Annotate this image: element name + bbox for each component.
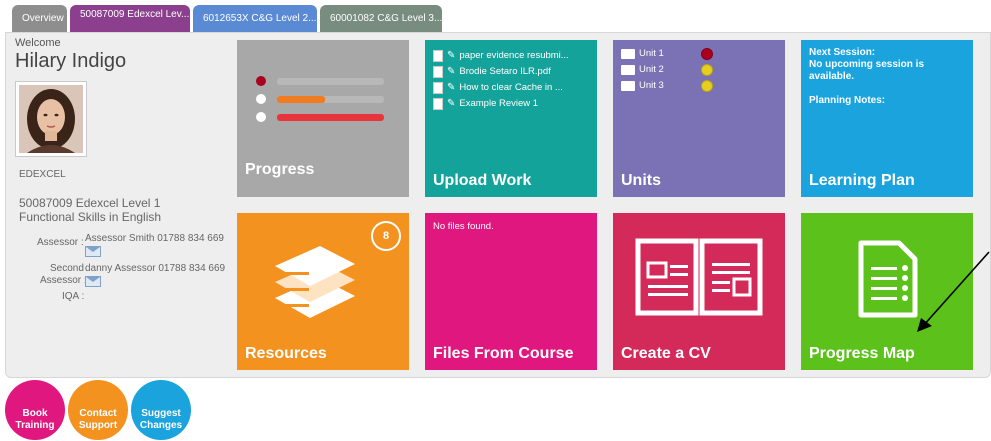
- email-second-assessor-icon[interactable]: [85, 276, 101, 287]
- file-name: How to clear Cache in ...: [459, 82, 563, 93]
- file-name: paper evidence resubmi...: [459, 50, 569, 61]
- tab-course-edexcel[interactable]: 50087009 Edexcel Lev...: [70, 5, 190, 33]
- files-from-course-tile[interactable]: No files found. Files From Course: [425, 213, 597, 370]
- progress-bars-graphic: [256, 76, 384, 122]
- second-assessor-label-line2: Assessor :: [40, 275, 87, 286]
- document-icon: [433, 66, 443, 78]
- contact-support-line2: Support: [78, 420, 118, 431]
- progress-track-1: [277, 78, 384, 85]
- progress-fill-3: [277, 114, 384, 121]
- unit-name: Unit 1: [639, 48, 664, 59]
- course-tabs: Overview 50087009 Edexcel Lev... 6012653…: [12, 5, 442, 33]
- book-training-line1: Book: [22, 408, 48, 419]
- iqa-label: IQA :: [62, 291, 85, 302]
- progress-dot-1: [256, 76, 266, 86]
- list-item[interactable]: Unit 2: [621, 62, 713, 78]
- assessor-row: Assessor :: [37, 237, 84, 248]
- second-assessor-label-line1: Second: [50, 263, 84, 274]
- resources-count-badge: 8: [371, 221, 401, 251]
- learning-plan-label: Learning Plan: [809, 172, 915, 189]
- list-item[interactable]: Unit 3: [621, 78, 713, 94]
- upload-work-tile[interactable]: ✎ paper evidence resubmi... ✎ Brodie Setar…: [425, 40, 597, 197]
- learning-plan-tile[interactable]: Next Session: No upcoming session is ava…: [801, 40, 973, 197]
- iqa-row: IQA :: [62, 291, 84, 302]
- books-icon: [275, 246, 355, 318]
- status-dot: [701, 64, 713, 76]
- folder-icon: [621, 81, 635, 91]
- assessor-value: Assessor Smith 01788 834 669: [85, 233, 224, 244]
- progress-dot-2: [256, 94, 266, 104]
- tab-course-cg-level2[interactable]: 6012653X C&G Level 2...: [193, 5, 317, 32]
- annotation-arrow: [917, 251, 990, 332]
- suggest-changes-line1: Suggest: [141, 408, 181, 419]
- second-assessor-label-1: Second: [50, 263, 84, 274]
- progress-dot-3: [256, 112, 266, 122]
- folder-icon: [621, 65, 635, 75]
- learner-photo: [15, 81, 87, 157]
- progress-map-label: Progress Map: [809, 345, 915, 362]
- contact-support-line1: Contact: [79, 408, 117, 419]
- units-tile[interactable]: Unit 1 Unit 2 Unit 3 Units: [613, 40, 785, 197]
- assessor-details: Assessor Smith 01788 834 669: [85, 233, 224, 244]
- pencil-icon[interactable]: ✎: [447, 64, 455, 80]
- resources-label: Resources: [245, 345, 327, 362]
- resources-tile[interactable]: 8 Resources: [237, 213, 409, 370]
- avatar: [19, 85, 83, 153]
- provider-name: EDEXCEL: [19, 169, 66, 180]
- course-title: 50087009 Edexcel Level 1 Functional Skil…: [19, 196, 162, 224]
- file-name: Brodie Setaro ILR.pdf: [459, 66, 551, 77]
- book-training-line2: Training: [15, 420, 55, 431]
- pencil-icon[interactable]: ✎: [447, 80, 455, 96]
- files-from-course-label: Files From Course: [433, 345, 574, 362]
- learner-name: Hilary Indigo: [15, 50, 127, 72]
- folder-icon: [621, 49, 635, 59]
- list-item[interactable]: ✎ Brodie Setaro ILR.pdf: [433, 64, 569, 80]
- book-training-button[interactable]: Book Training: [5, 380, 65, 440]
- create-cv-tile[interactable]: Create a CV: [613, 213, 785, 370]
- tab-overview[interactable]: Overview: [12, 5, 67, 32]
- suggest-changes-line2: Changes: [139, 420, 183, 431]
- list-item[interactable]: ✎ paper evidence resubmi...: [433, 48, 569, 64]
- next-session-heading: Next Session:: [809, 47, 876, 58]
- progress-tile[interactable]: Progress: [237, 40, 409, 197]
- status-dot: [701, 80, 713, 92]
- list-item[interactable]: ✎ How to clear Cache in ...: [433, 80, 569, 96]
- document-icon: [433, 98, 443, 110]
- unit-name: Unit 2: [639, 64, 664, 75]
- recent-files-list: ✎ paper evidence resubmi... ✎ Brodie Setar…: [433, 48, 569, 112]
- unit-list: Unit 1 Unit 2 Unit 3: [621, 46, 713, 94]
- planning-notes-heading: Planning Notes:: [809, 95, 886, 106]
- assessor-label: Assessor :: [37, 237, 84, 248]
- next-session-value: No upcoming session is available.: [809, 59, 925, 82]
- unit-name: Unit 3: [639, 80, 664, 91]
- progress-tile-label: Progress: [245, 161, 315, 178]
- second-assessor-details: danny Assessor 01788 834 669: [85, 263, 225, 274]
- pencil-icon[interactable]: ✎: [447, 96, 455, 112]
- status-dot: [701, 48, 713, 60]
- document-icon: [433, 50, 443, 62]
- second-assessor-label-2: Assessor :: [40, 275, 87, 286]
- suggest-changes-button[interactable]: Suggest Changes: [131, 380, 191, 440]
- cv-document-icon: [635, 238, 763, 316]
- units-label: Units: [621, 172, 661, 189]
- document-icon: [433, 82, 443, 94]
- contact-support-button[interactable]: Contact Support: [68, 380, 128, 440]
- list-item[interactable]: Unit 1: [621, 46, 713, 62]
- upload-work-label: Upload Work: [433, 172, 532, 189]
- progress-fill-2: [277, 96, 326, 103]
- welcome-label: Welcome: [15, 37, 61, 49]
- create-cv-label: Create a CV: [621, 345, 711, 362]
- file-name: Example Review 1: [459, 98, 539, 109]
- pencil-icon[interactable]: ✎: [447, 48, 455, 64]
- tab-course-cg-level3[interactable]: 60001082 C&G Level 3...: [320, 5, 442, 32]
- no-files-message: No files found.: [433, 221, 494, 232]
- course-panel: Welcome Hilary Indigo EDEXCEL 50087009 E…: [5, 32, 991, 378]
- email-assessor-icon[interactable]: [85, 246, 101, 257]
- list-item[interactable]: ✎ Example Review 1: [433, 96, 569, 112]
- second-assessor-value: danny Assessor 01788 834 669: [85, 263, 226, 274]
- plan-text: Next Session: No upcoming session is ava…: [809, 47, 959, 107]
